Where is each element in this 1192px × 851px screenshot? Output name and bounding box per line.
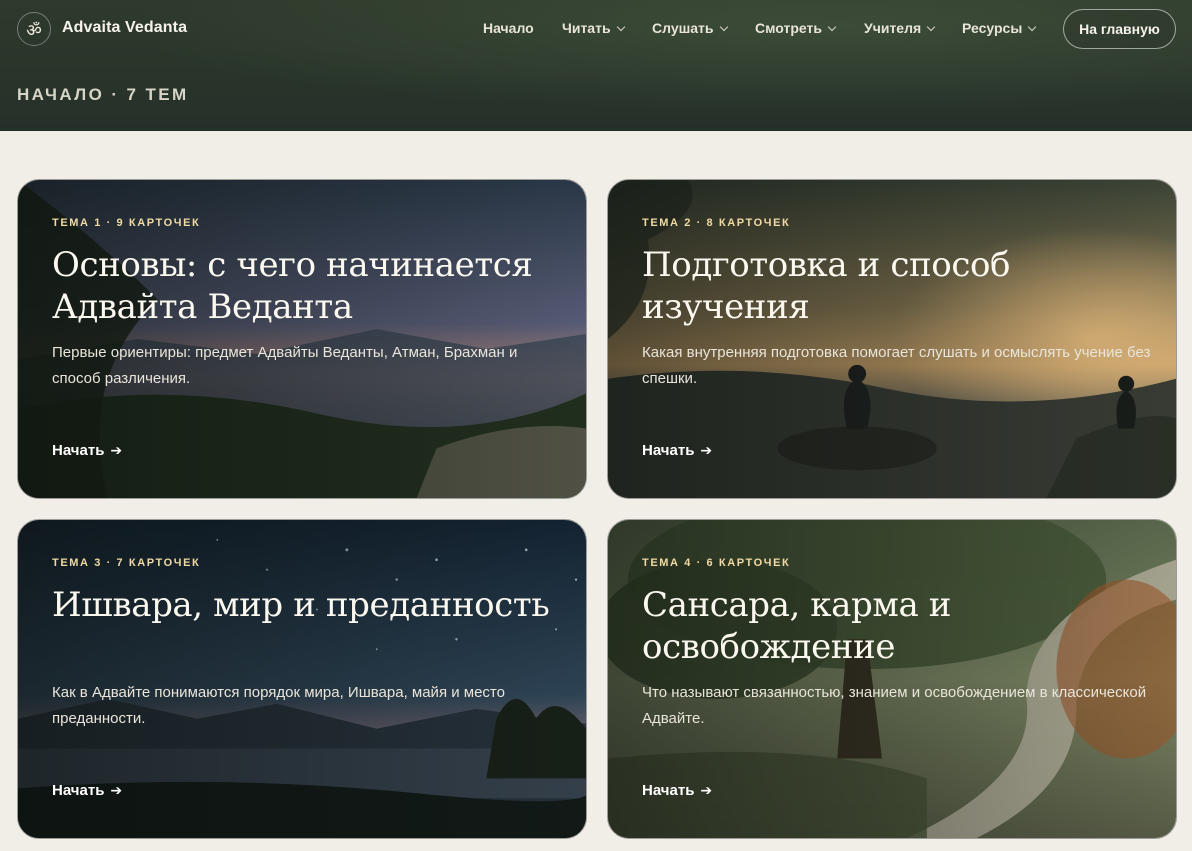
start-link-label: Начать [52, 442, 105, 459]
nav-item-watch[interactable]: Смотреть [755, 20, 837, 36]
nav-item-label: Учителя [864, 20, 922, 36]
card-title[interactable]: Ишвара, мир и преданность [52, 584, 562, 626]
card-meta: ТЕМА 3 · 7 КАРТОЧЕК [52, 557, 201, 569]
card-meta: ТЕМА 4 · 6 КАРТОЧЕК [642, 557, 791, 569]
home-button[interactable]: На главную [1063, 9, 1176, 49]
arrow-right-icon: ➔ [110, 442, 123, 459]
start-link[interactable]: Начать ➔ [52, 442, 122, 459]
nav-item-teachers[interactable]: Учителя [864, 20, 936, 36]
brand-name[interactable]: Advaita Vedanta [62, 19, 187, 37]
nav-item-label: Ресурсы [962, 20, 1023, 36]
om-icon[interactable]: ॐ [17, 12, 51, 46]
nav-item-read[interactable]: Читать [562, 20, 625, 36]
site-header: ॐ Advaita Vedanta Начало Читать Слушать … [0, 0, 1192, 131]
card-title[interactable]: Основы: с чего начинается Адвайта Ведант… [52, 244, 562, 328]
arrow-right-icon: ➔ [700, 442, 713, 459]
start-link[interactable]: Начать ➔ [642, 442, 712, 459]
chevron-down-icon [1028, 22, 1037, 31]
topic-card-4[interactable]: ТЕМА 4 · 6 КАРТОЧЕК Сансара, карма и осв… [607, 519, 1177, 839]
arrow-right-icon: ➔ [110, 782, 123, 799]
card-title[interactable]: Сансара, карма и освобождение [642, 584, 1152, 668]
nav-item-label: Читать [562, 20, 611, 36]
nav-item-listen[interactable]: Слушать [652, 20, 728, 36]
start-link[interactable]: Начать ➔ [642, 782, 712, 799]
nav-item-home[interactable]: Начало [483, 20, 534, 36]
start-link-label: Начать [52, 782, 105, 799]
topic-card-3[interactable]: ТЕМА 3 · 7 КАРТОЧЕК Ишвара, мир и предан… [17, 519, 587, 839]
chevron-down-icon [827, 22, 837, 31]
card-description: Что называют связанностью, знанием и осв… [642, 684, 1147, 727]
chevron-down-icon [926, 22, 936, 31]
card-title[interactable]: Подготовка и способ изучения [642, 244, 1152, 328]
nav-item-label: Смотреть [755, 20, 822, 36]
nav-item-label: Начало [483, 20, 534, 36]
card-meta: ТЕМА 1 · 9 КАРТОЧЕК [52, 217, 201, 229]
nav-item-resources[interactable]: Ресурсы [962, 20, 1037, 36]
nav-item-label: Слушать [652, 20, 714, 36]
start-link-label: Начать [642, 442, 695, 459]
card-description: Какая внутренняя подготовка помогает слу… [642, 344, 1151, 387]
chevron-down-icon [719, 22, 728, 31]
chevron-down-icon [616, 22, 625, 31]
start-link-label: Начать [642, 782, 695, 799]
card-meta: ТЕМА 2 · 8 КАРТОЧЕК [642, 217, 791, 229]
topic-card-1[interactable]: ТЕМА 1 · 9 КАРТОЧЕК Основы: с чего начин… [17, 179, 587, 499]
topic-card-2[interactable]: ТЕМА 2 · 8 КАРТОЧЕК Подготовка и способ … [607, 179, 1177, 499]
card-description: Первые ориентиры: предмет Адвайты Ведант… [52, 344, 518, 387]
arrow-right-icon: ➔ [700, 782, 713, 799]
start-link[interactable]: Начать ➔ [52, 782, 122, 799]
card-description: Как в Адвайте понимаются порядок мира, И… [52, 684, 505, 727]
breadcrumb: НАЧАЛО · 7 ТЕМ [17, 85, 189, 104]
